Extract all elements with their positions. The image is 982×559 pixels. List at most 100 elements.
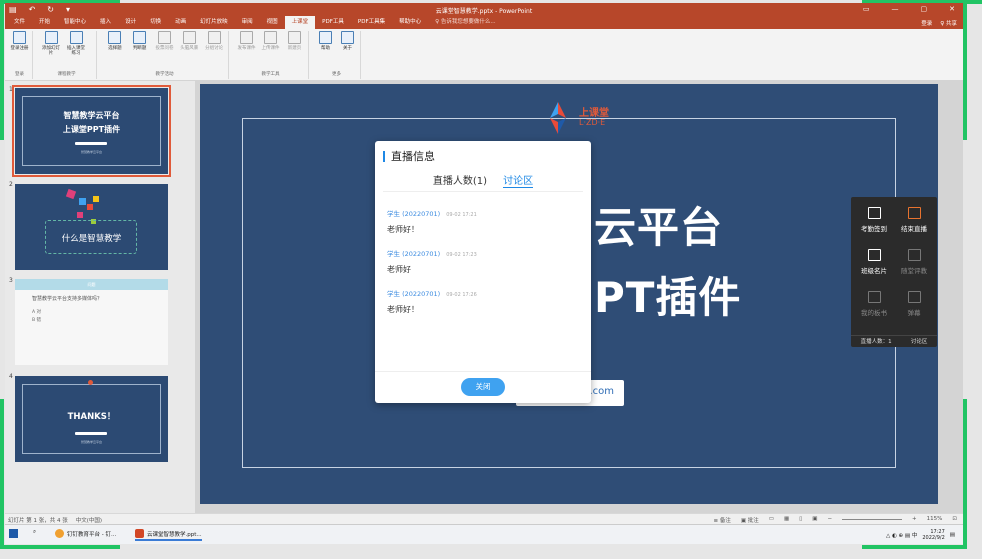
slide-thumbnail-2[interactable]: 什么是智慧教学 (15, 184, 168, 270)
ribbon-display-icon[interactable]: ▭ (863, 5, 870, 13)
chat-meta: 学生 (20220701) 09-02 17:23 (387, 248, 577, 258)
decor-shape (87, 204, 93, 210)
zoom-in-icon[interactable]: + (912, 516, 917, 524)
end-live-button[interactable]: 结束直播 (893, 207, 935, 233)
normal-view-icon[interactable]: ▭ (769, 516, 774, 524)
start-button[interactable] (9, 529, 18, 538)
reading-view-icon[interactable]: ▯ (799, 516, 802, 524)
viewer-count-link[interactable]: 直播人数：1 (861, 336, 892, 347)
tab-discussion[interactable]: 讨论区 (503, 172, 534, 188)
danmaku-button[interactable]: 弹幕 (893, 291, 935, 317)
share-button[interactable]: ♀ 共享 (940, 19, 957, 27)
decor-shape (79, 198, 86, 205)
tell-me-search[interactable]: ♀ 告诉我您想要做什么... (428, 16, 503, 29)
fit-window-icon[interactable]: ⊡ (952, 516, 957, 524)
tab-3[interactable]: 插入 (93, 16, 118, 29)
ribbon-group-label: 教学活动 (155, 72, 174, 77)
tab-6[interactable]: 动画 (168, 16, 193, 29)
end-live-label: 结束直播 (901, 225, 927, 233)
status-right: ≡ 备注 ▣ 批注 ▭ ▦ ▯ ▣ − + 115% ⊡ (713, 516, 957, 524)
tab-0[interactable]: 文件 (7, 16, 32, 29)
ribbon-button[interactable]: 新建页 (284, 31, 305, 51)
tab-11[interactable]: PDF工具 (315, 16, 351, 29)
taskbar-app-dingtalk[interactable]: 钉钉教育平台 - 钉... (55, 529, 116, 538)
ribbon-button[interactable]: 头脑风暴 (178, 31, 200, 51)
tab-13[interactable]: 帮助中心 (392, 16, 428, 29)
sorter-view-icon[interactable]: ▦ (784, 516, 789, 524)
clock[interactable]: 17:27 2022/9/2 (922, 529, 944, 541)
tab-10[interactable]: 上课堂 (284, 16, 316, 29)
ribbon-button[interactable]: 添加幻灯片 (40, 31, 62, 56)
notification-icon[interactable]: ▤ (950, 532, 955, 538)
chat-text: 老师好 (387, 265, 411, 274)
ribbon-button-label: 分组讨论 (205, 46, 224, 51)
close-icon[interactable]: ✕ (949, 5, 955, 13)
ribbon-button[interactable]: 分组讨论 (203, 31, 225, 51)
tab-4[interactable]: 设计 (118, 16, 143, 29)
option-b: B 错 (32, 318, 42, 323)
browser-icon (55, 529, 64, 538)
tab-8[interactable]: 审阅 (235, 16, 260, 29)
comments-button[interactable]: ▣ 批注 (741, 516, 759, 524)
edit-icon (907, 249, 921, 261)
ribbon-button-row: 添加幻灯片 插入课堂练习 (37, 31, 96, 56)
ribbon-button[interactable]: 发布课件 (236, 31, 257, 51)
slide-thumbnail-3[interactable]: 问题 智慧教学云平台支持多媒体吗？ A 对 B 错 (15, 279, 168, 365)
slide-title-line2: PT插件 (594, 273, 742, 322)
tab-12[interactable]: PDF工具集 (351, 16, 392, 29)
ribbon-button[interactable]: 插入课堂练习 (65, 31, 87, 56)
slideshow-icon[interactable]: ▣ (812, 516, 817, 524)
my-board-button[interactable]: 我的板书 (853, 291, 895, 317)
maximize-icon[interactable]: ▢ (921, 5, 928, 13)
close-button[interactable]: 关闭 (461, 378, 505, 396)
tab-9[interactable]: 视图 (260, 16, 285, 29)
login-link[interactable]: 登录 (921, 19, 932, 27)
class-card-button[interactable]: 班级名片 (853, 249, 895, 275)
thumbnail-number: 4 (9, 373, 13, 380)
zoom-slider[interactable] (842, 519, 903, 520)
notes-button[interactable]: ≡ 备注 (713, 516, 730, 524)
zoom-level[interactable]: 115% (927, 516, 943, 524)
slide-title-line1: 云平台 (594, 203, 724, 252)
frame-corner (963, 0, 967, 140)
ribbon-button-label: 上传课件 (261, 46, 280, 51)
ribbon-button[interactable]: 关于 (338, 31, 357, 51)
ribbon-button-label: 头脑风暴 (180, 46, 199, 51)
logo-name: 上课堂 (579, 108, 609, 119)
language-indicator[interactable]: 中文(中国) (76, 516, 102, 524)
ribbon-button[interactable]: 选择题 (104, 31, 126, 51)
tab-2[interactable]: 智能中心 (57, 16, 93, 29)
search-button[interactable]: ⌕ (33, 529, 36, 536)
attendance-button[interactable]: 考勤签到 (853, 207, 895, 233)
thumbnail-subtitle: 上课堂PPT插件 (62, 125, 121, 134)
ribbon-button[interactable]: 判断题 (129, 31, 151, 51)
ribbon-group-label: 登录 (15, 72, 24, 77)
frame-corner (963, 399, 967, 549)
ribbon-button[interactable]: 帮助 (316, 31, 335, 51)
ribbon-button[interactable]: 上传课件 (260, 31, 281, 51)
tab-7[interactable]: 幻灯片放映 (193, 16, 235, 29)
ribbon-button-row: 选择题 判断题 投票问卷 头脑风暴 分组讨论 (101, 31, 228, 51)
tab-5[interactable]: 切换 (143, 16, 168, 29)
url-text: .com (589, 386, 614, 397)
ribbon-group-label: 教学工具 (261, 72, 280, 77)
taskbar-app-powerpoint[interactable]: 云课堂智慧教学.ppt... (135, 529, 202, 541)
minimize-icon[interactable]: — (892, 5, 899, 13)
slide-thumbnail-1[interactable]: 智慧教学云平台 上课堂PPT插件 智慧教学云平台 (12, 85, 171, 177)
account-area: 登录 ♀ 共享 (921, 19, 957, 27)
zoom-out-icon[interactable]: − (827, 516, 832, 524)
tray-icons[interactable]: △ ◐ ⊕ ▤ 中 (886, 531, 917, 539)
ribbon-button[interactable]: 登录注册 (10, 31, 29, 51)
tab-viewers[interactable]: 直播人数(1) (433, 172, 487, 190)
tab-1[interactable]: 开始 (32, 16, 57, 29)
ribbon-button[interactable]: 投票问卷 (154, 31, 176, 51)
ribbon-button-label: 投票问卷 (155, 46, 174, 51)
decor-shape (93, 196, 99, 202)
slide-thumbnail-4[interactable]: THANKS！ 智慧教学云平台 (15, 376, 168, 462)
ribbon-button-row: 登录注册 (7, 31, 32, 51)
discussion-link[interactable]: 讨论区 (911, 336, 928, 347)
evaluation-button[interactable]: 随堂评教 (893, 249, 935, 275)
chat-message: 学生 (20220701) 09-02 17:21 老师好！ (387, 208, 577, 235)
taskbar-app-label: 云课堂智慧教学.ppt... (147, 531, 202, 538)
system-tray: △ ◐ ⊕ ▤ 中 17:27 2022/9/2 ▤ (886, 529, 955, 541)
